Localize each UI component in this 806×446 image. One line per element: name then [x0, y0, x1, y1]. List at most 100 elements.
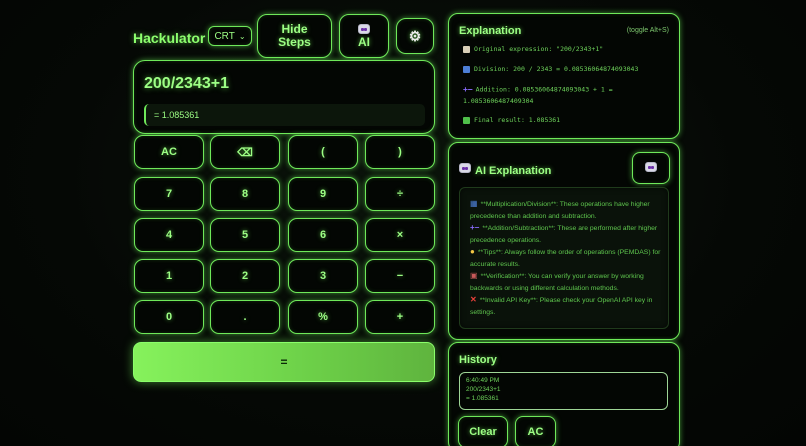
- ai-explanation-item: ✕ **Invalid API Key**: Please check your …: [470, 294, 665, 318]
- hide-steps-label-line2: Steps: [278, 35, 311, 49]
- digit-7-button[interactable]: 7: [134, 177, 204, 211]
- explanation-step-text: Final result: 1.085361: [474, 116, 561, 124]
- cross-icon: ✕: [470, 295, 477, 304]
- key-label: ×: [396, 229, 404, 241]
- explanation-step-text: Original expression: "200/2343+1": [474, 45, 604, 53]
- hide-steps-button[interactable]: Hide Steps: [257, 14, 332, 58]
- explanation-panel: Explanation (toggle Alt+S) Original expr…: [448, 13, 680, 139]
- plus-minus-icon: +−: [463, 85, 473, 94]
- ai-item-text: **Verification**: You can verify your an…: [470, 273, 644, 292]
- book-icon: ▣: [470, 271, 478, 280]
- key-label: ⌫: [237, 146, 253, 159]
- ai-explanation-item: +− **Addition/Subtraction**: These are pe…: [470, 222, 665, 246]
- key-label: 1: [165, 270, 173, 282]
- ai-item-text: **Tips**: Always follow the order of ope…: [470, 249, 661, 268]
- key-label: 6: [319, 229, 327, 241]
- ai-item-text: **Multiplication/Division**: These opera…: [470, 201, 650, 220]
- backspace-button[interactable]: ⌫: [210, 135, 280, 169]
- ai-item-text: **Invalid API Key**: Please check your O…: [470, 297, 653, 316]
- history-entry-result: = 1.085361: [466, 395, 499, 402]
- explanation-step-text: Division: 200 / 2343 = 0.085360648740930…: [474, 65, 639, 73]
- ai-explanation-panel: AI Explanation ▦ **Multiplication/Divisio…: [448, 142, 680, 340]
- lightbulb-icon: ●: [470, 247, 475, 256]
- explanation-step: Division: 200 / 2343 = 0.085360648740930…: [463, 64, 673, 75]
- history-panel: History 6:40:49 PM 200/2343+1 = 1.085361…: [448, 342, 680, 446]
- multiply-button[interactable]: ×: [365, 218, 435, 252]
- ai-explanation-item: ▣ **Verification**: You can verify your a…: [470, 270, 665, 294]
- digit-1-button[interactable]: 1: [134, 259, 204, 293]
- ai-button-label: AI: [358, 34, 370, 49]
- app-title: Hackulator: [133, 30, 206, 46]
- subtract-button[interactable]: −: [365, 259, 435, 293]
- history-ac-label: AC: [527, 426, 544, 438]
- expression-text: 200/2343+1: [144, 75, 229, 92]
- history-title: History: [459, 354, 497, 366]
- equals-button[interactable]: =: [133, 342, 435, 382]
- history-entry-time: 6:40:49 PM: [466, 377, 500, 384]
- history-entry[interactable]: 6:40:49 PM 200/2343+1 = 1.085361: [459, 372, 668, 410]
- robot-icon: [645, 162, 657, 172]
- ai-explanation-content: ▦ **Multiplication/Division**: These oper…: [459, 187, 669, 329]
- history-ac-button[interactable]: AC: [515, 416, 556, 446]
- add-button[interactable]: +: [365, 300, 435, 334]
- clear-history-label: Clear: [469, 426, 497, 438]
- toggle-hint: (toggle Alt+S): [626, 27, 669, 34]
- digit-0-button[interactable]: 0: [134, 300, 204, 334]
- ai-explanation-item: ▦ **Multiplication/Division**: These oper…: [470, 198, 665, 222]
- division-icon: [463, 65, 470, 73]
- ai-button[interactable]: AI: [339, 14, 389, 58]
- explanation-step: +− Addition: 0.08536064874093043 + 1 = 1.…: [463, 84, 673, 107]
- close-paren-button[interactable]: ): [365, 135, 435, 169]
- key-label: +: [396, 311, 404, 323]
- mode-select[interactable]: CRT ⌄: [208, 26, 252, 46]
- gear-icon: ⚙: [408, 27, 422, 44]
- equals-label: =: [280, 355, 288, 369]
- ai-item-text: **Addition/Subtraction**: These are perf…: [470, 225, 658, 244]
- explanation-step-text: Addition: 0.08536064874093043 + 1 = 1.08…: [463, 85, 613, 105]
- key-label: 2: [241, 270, 249, 282]
- plus-minus-icon: +−: [470, 223, 480, 232]
- chevron-down-icon: ⌄: [238, 31, 246, 41]
- key-label: −: [396, 270, 404, 282]
- result-preview: = 1.085361: [144, 104, 425, 126]
- key-label: 0: [165, 311, 173, 323]
- clear-history-button[interactable]: Clear: [458, 416, 508, 446]
- digit-6-button[interactable]: 6: [288, 218, 358, 252]
- explanation-title: Explanation: [459, 25, 522, 37]
- ai-explain-button[interactable]: [632, 152, 670, 184]
- key-label: .: [243, 311, 247, 323]
- ai-explanation-title: AI Explanation: [459, 163, 551, 177]
- key-label: ÷: [396, 188, 404, 200]
- robot-icon: [459, 163, 471, 173]
- digit-4-button[interactable]: 4: [134, 218, 204, 252]
- divide-button[interactable]: ÷: [365, 177, 435, 211]
- ai-explanation-title-text: AI Explanation: [475, 165, 552, 177]
- key-label: 4: [165, 229, 173, 241]
- result-text: = 1.085361: [154, 110, 200, 120]
- key-label: 5: [241, 229, 249, 241]
- open-paren-button[interactable]: (: [288, 135, 358, 169]
- decimal-button[interactable]: .: [210, 300, 280, 334]
- robot-icon: [358, 23, 370, 34]
- explanation-step: Original expression: "200/2343+1": [463, 44, 673, 55]
- ai-explanation-item: ● **Tips**: Always follow the order of op…: [470, 246, 665, 270]
- digit-8-button[interactable]: 8: [210, 177, 280, 211]
- digit-9-button[interactable]: 9: [288, 177, 358, 211]
- key-label: 9: [319, 188, 327, 200]
- key-label: ): [398, 146, 402, 158]
- history-entry-expression: 200/2343+1: [466, 386, 501, 393]
- key-label: 8: [241, 188, 249, 200]
- settings-button[interactable]: ⚙: [396, 18, 434, 54]
- key-label: %: [318, 311, 328, 323]
- explanation-step: Final result: 1.085361: [463, 115, 673, 126]
- calculator-icon: ▦: [470, 199, 478, 208]
- digit-5-button[interactable]: 5: [210, 218, 280, 252]
- key-label: 7: [165, 188, 173, 200]
- calculator-display: 200/2343+1 = 1.085361: [133, 60, 435, 134]
- key-label: 3: [319, 270, 327, 282]
- all-clear-button[interactable]: AC: [134, 135, 204, 169]
- check-icon: [463, 116, 470, 124]
- percent-button[interactable]: %: [288, 300, 358, 334]
- digit-3-button[interactable]: 3: [288, 259, 358, 293]
- digit-2-button[interactable]: 2: [210, 259, 280, 293]
